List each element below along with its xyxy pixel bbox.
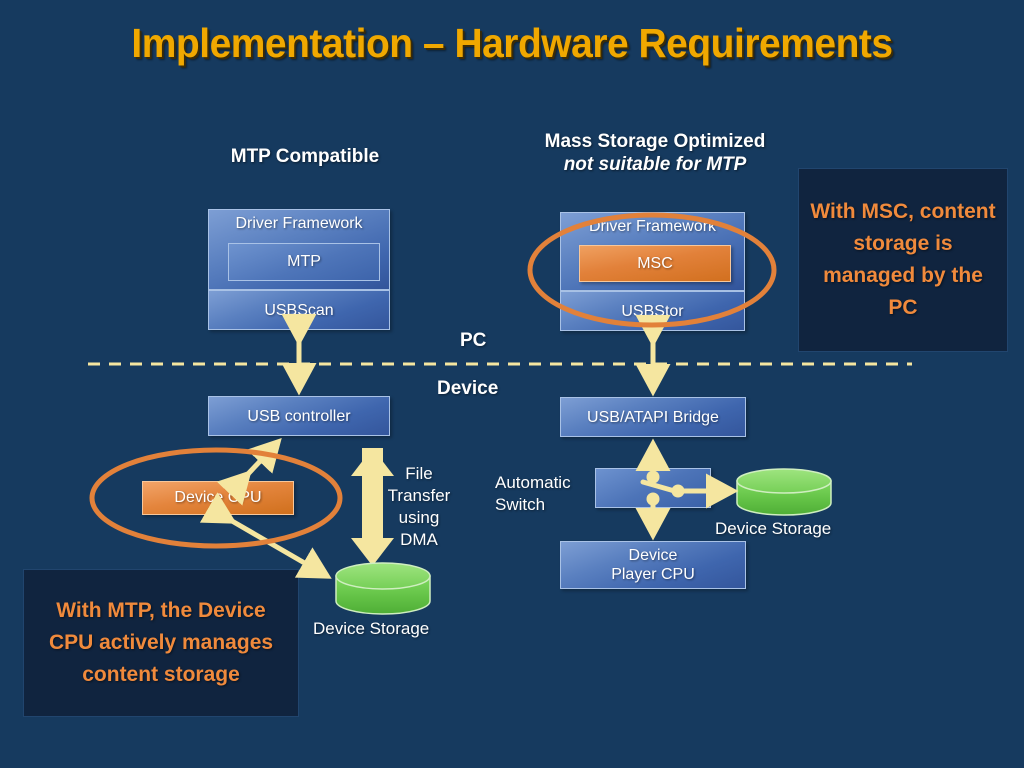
usb-controller-label: USB controller [247,407,351,425]
left-mtp-box: MTP [228,243,380,281]
page-title: Implementation – Hardware Requirements [131,20,893,66]
right-driver-framework-box: Driver Framework MSC [560,212,745,291]
right-device-storage-cylinder [736,468,832,516]
right-driver-framework-label: Driver Framework [588,218,717,235]
automatic-switch-label: Automatic Switch [495,472,595,516]
left-mtp-label: MTP [287,253,321,270]
usb-atapi-bridge-box: USB/ATAPI Bridge [560,397,746,437]
file-transfer-dma-label: File Transfer using DMA [378,463,460,551]
msc-box: MSC [579,245,731,282]
file-transfer-line-4: DMA [400,530,438,549]
right-device-storage-label: Device Storage [715,519,832,538]
msc-label: MSC [637,254,673,272]
usbscan-label: USBScan [264,301,334,319]
automatic-switch-box [595,468,711,508]
right-column-heading-text: Mass Storage Optimized [544,131,766,152]
usbstor-box: USBStor [560,291,745,331]
callout-mtp: With MTP, the Device CPU actively manage… [23,569,299,717]
usbscan-box: USBScan [208,290,390,330]
left-driver-framework-box: Driver Framework MTP [208,209,390,290]
slide-canvas: Implementation – Hardware Requirements M… [0,0,1024,768]
left-device-storage-cylinder [335,562,431,615]
device-player-cpu-line-2: Player CPU [611,566,695,583]
left-column-heading-text: MTP Compatible [230,146,380,167]
file-transfer-line-3: using [398,508,440,527]
divider-label-pc: PC [460,330,487,351]
callout-msc: With MSC, content storage is managed by … [798,168,1008,352]
device-cpu-label: Device CPU [174,489,262,506]
right-column-heading: Mass Storage Optimized not suitable for … [520,130,790,176]
right-column-subheading-text: not suitable for MTP [563,154,747,175]
automatic-switch-label-line-1: Automatic [495,473,571,492]
arrow-devicecpu-storage [199,492,332,579]
left-column-heading: MTP Compatible [180,145,430,168]
usb-controller-box: USB controller [208,396,390,436]
arrow-usbcontroller-devicecpu [216,437,282,506]
divider-label-device: Device [437,378,499,399]
device-player-cpu-line-1: Device [628,547,678,564]
device-cpu-box: Device CPU [142,481,294,515]
usb-atapi-bridge-label: USB/ATAPI Bridge [587,408,719,426]
file-transfer-line-2: Transfer [387,486,451,505]
file-transfer-line-1: File [405,464,433,483]
left-driver-framework-label: Driver Framework [235,215,363,232]
device-player-cpu-box: Device Player CPU [560,541,746,589]
usbstor-label: USBStor [621,302,684,320]
automatic-switch-label-line-2: Switch [495,495,546,514]
left-device-storage-label: Device Storage [313,619,430,638]
